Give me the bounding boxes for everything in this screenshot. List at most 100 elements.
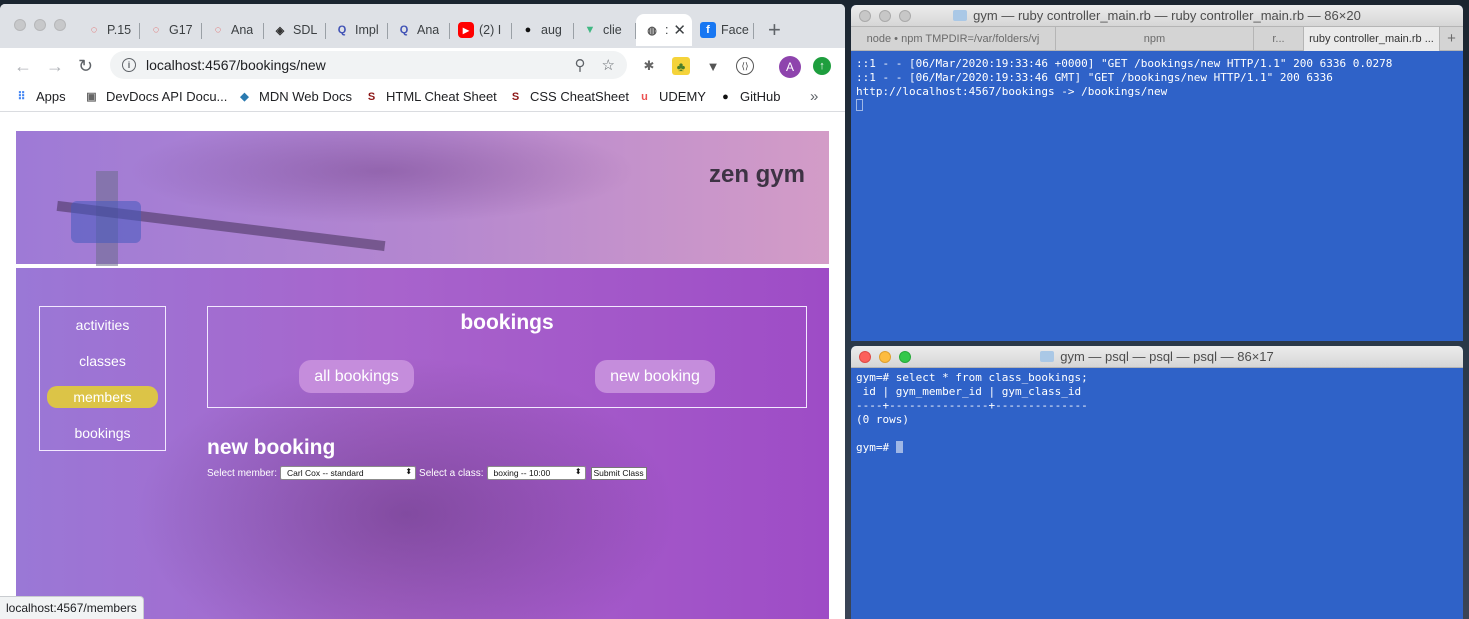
q-icon: Q <box>399 24 409 36</box>
code-extension-icon[interactable]: ⟨⟩ <box>736 57 754 75</box>
terminal-tab[interactable]: node • npm TMPDIR=/var/folders/vj <box>851 27 1056 51</box>
all-bookings-button[interactable]: all bookings <box>299 360 414 393</box>
close-window-button[interactable] <box>859 10 871 22</box>
tab[interactable]: ◌ G17 <box>140 16 202 44</box>
tab-active[interactable]: ◍: ✕ <box>636 14 692 46</box>
new-booking-form: Select member: Carl Cox -- standard ⬍ Se… <box>207 466 647 480</box>
tab-title: (2) I <box>479 23 502 37</box>
nav-item-bookings[interactable]: bookings <box>47 422 158 444</box>
terminal-cursor <box>895 441 903 453</box>
bookmarks-bar: » ⠿ Apps ▣ DevDocs API Docu... ◆ MDN Web Docs… <box>0 82 845 112</box>
new-terminal-tab-button[interactable]: + <box>1440 27 1463 51</box>
close-window-button[interactable] <box>14 19 26 31</box>
stanford-icon: S <box>511 90 520 103</box>
tab[interactable]: ▼ clie <box>574 16 636 44</box>
site-info-icon[interactable]: i <box>122 58 136 72</box>
bookmarks-overflow-icon[interactable]: » <box>810 88 818 105</box>
github-icon: ● <box>524 24 532 36</box>
bookings-heading: bookings <box>460 311 554 334</box>
profile-avatar[interactable]: A <box>779 56 801 78</box>
bookmark-item[interactable]: ▣ DevDocs API Docu... <box>84 89 227 104</box>
submit-class-button[interactable]: Submit Class <box>590 466 647 480</box>
tab-title: SDL <box>293 23 318 37</box>
zoom-icon[interactable]: ⚲ <box>575 56 586 74</box>
bookmark-item[interactable]: u UDEMY <box>637 89 706 104</box>
bug-extension-icon[interactable]: ✱ <box>640 57 658 75</box>
nav-item-members[interactable]: members <box>47 386 158 408</box>
terminal-line-text: ----+---------------+-------------- <box>856 399 1088 412</box>
tab[interactable]: f Face <box>692 16 754 44</box>
minimize-window-button[interactable] <box>879 10 891 22</box>
nav-item-activities[interactable]: activities <box>47 314 158 336</box>
tab-title: clie <box>603 23 622 37</box>
circle-dashed-icon: ◌ <box>214 24 222 36</box>
tab[interactable]: ▶ (2) I <box>450 16 512 44</box>
terminal-output[interactable]: ::1 - - [06/Mar/2020:19:33:46 +0000] "GE… <box>856 57 1392 113</box>
tab-title: Ana <box>417 23 440 37</box>
back-arrow-icon[interactable]: ← <box>14 56 32 77</box>
terminal-tab-active[interactable]: ruby controller_main.rb ... <box>1304 27 1440 51</box>
terminal-line-text: http://localhost:4567/bookings -> /booki… <box>856 85 1168 98</box>
circle-dashed-icon: ◌ <box>90 24 98 36</box>
address-bar[interactable]: i localhost:4567/bookings/new ⚲ ☆ <box>110 51 627 79</box>
tab[interactable]: ◈ SDL <box>264 16 326 44</box>
bookmark-item[interactable]: S HTML Cheat Sheet <box>364 89 497 104</box>
tab[interactable]: ◌ Ana <box>202 16 264 44</box>
zoom-window-button[interactable] <box>899 351 911 363</box>
zoom-window-button[interactable] <box>899 10 911 22</box>
url-text[interactable]: localhost:4567/bookings/new <box>146 57 326 73</box>
zoom-window-button[interactable] <box>54 19 66 31</box>
class-select-value: boxing -- 10:00 <box>493 468 551 478</box>
select-arrows-icon: ⬍ <box>405 467 413 476</box>
nav-item-classes[interactable]: classes <box>47 350 158 372</box>
bookmark-label: Apps <box>36 89 66 104</box>
plant-extension-icon[interactable]: ♣ <box>672 57 690 75</box>
forward-arrow-icon[interactable]: → <box>46 56 64 77</box>
apps-grid-icon: ⠿ <box>17 91 26 103</box>
class-select[interactable]: boxing -- 10:00 ⬍ <box>486 466 586 480</box>
tab[interactable]: ● aug <box>512 16 574 44</box>
bookmark-item[interactable]: ◆ MDN Web Docs <box>237 89 352 104</box>
vue-devtools-icon[interactable]: ▼ <box>704 57 722 75</box>
bookmark-item[interactable]: ⠿ Apps <box>14 89 66 104</box>
tab-title: : <box>665 23 669 37</box>
tab[interactable]: Q Ana <box>388 16 450 44</box>
member-select[interactable]: Carl Cox -- standard ⬍ <box>280 466 417 480</box>
terminal-line: gym=# <box>856 441 1088 455</box>
bookmark-item[interactable]: S CSS CheatSheet <box>508 89 629 104</box>
bookmark-item[interactable]: ● GitHub <box>718 89 780 104</box>
status-bar: localhost:4567/members <box>0 596 144 619</box>
tabs: ◌ P.15 ◌ G17 ◌ Ana ◈ SDL Q Impl Q Ana ▶ (2) I ● aug ▼ cli… <box>78 14 781 48</box>
devdocs-icon: ▣ <box>86 91 97 103</box>
terminal-cursor <box>856 99 863 111</box>
terminal-titlebar: gym — psql — psql — psql — 86×17 <box>851 346 1463 368</box>
page-content: zen gym activities classes members bookings… <box>16 131 829 619</box>
github-icon: ● <box>722 90 729 103</box>
terminal-output[interactable]: gym=# select * from class_bookings; id |… <box>856 371 1088 455</box>
new-booking-button[interactable]: new booking <box>595 360 715 393</box>
tab[interactable]: ◌ P.15 <box>78 16 140 44</box>
bookmark-star-icon[interactable]: ☆ <box>602 56 615 74</box>
terminal-window-server: gym — ruby controller_main.rb — ruby con… <box>851 5 1463 341</box>
terminal-line <box>856 99 1392 113</box>
minimize-window-button[interactable] <box>879 351 891 363</box>
minimize-window-button[interactable] <box>34 19 46 31</box>
terminal-line: ::1 - - [06/Mar/2020:19:33:46 +0000] "GE… <box>856 57 1392 71</box>
terminal-tab-label: ruby controller_main.rb <box>1309 33 1422 45</box>
member-select-value: Carl Cox -- standard <box>287 468 364 478</box>
bookmark-label: GitHub <box>740 89 781 104</box>
terminal-tab[interactable]: npm <box>1056 27 1254 51</box>
window-controls <box>14 19 66 31</box>
update-arrow-icon[interactable]: ↑ <box>813 57 831 75</box>
close-window-button[interactable] <box>859 351 871 363</box>
new-tab-button[interactable]: + <box>768 17 781 48</box>
tab-title: G17 <box>169 23 193 37</box>
main-section: activities classes members bookings booking… <box>16 268 829 619</box>
globe-icon: ◍ <box>647 24 657 37</box>
terminal-window-psql: gym — psql — psql — psql — 86×17 gym=# s… <box>851 346 1463 619</box>
site-title: zen gym <box>708 161 805 188</box>
reload-icon[interactable]: ↻ <box>78 56 93 77</box>
terminal-tab[interactable]: r... <box>1254 27 1304 51</box>
close-tab-icon[interactable]: ✕ <box>673 21 686 39</box>
tab[interactable]: Q Impl <box>326 16 388 44</box>
